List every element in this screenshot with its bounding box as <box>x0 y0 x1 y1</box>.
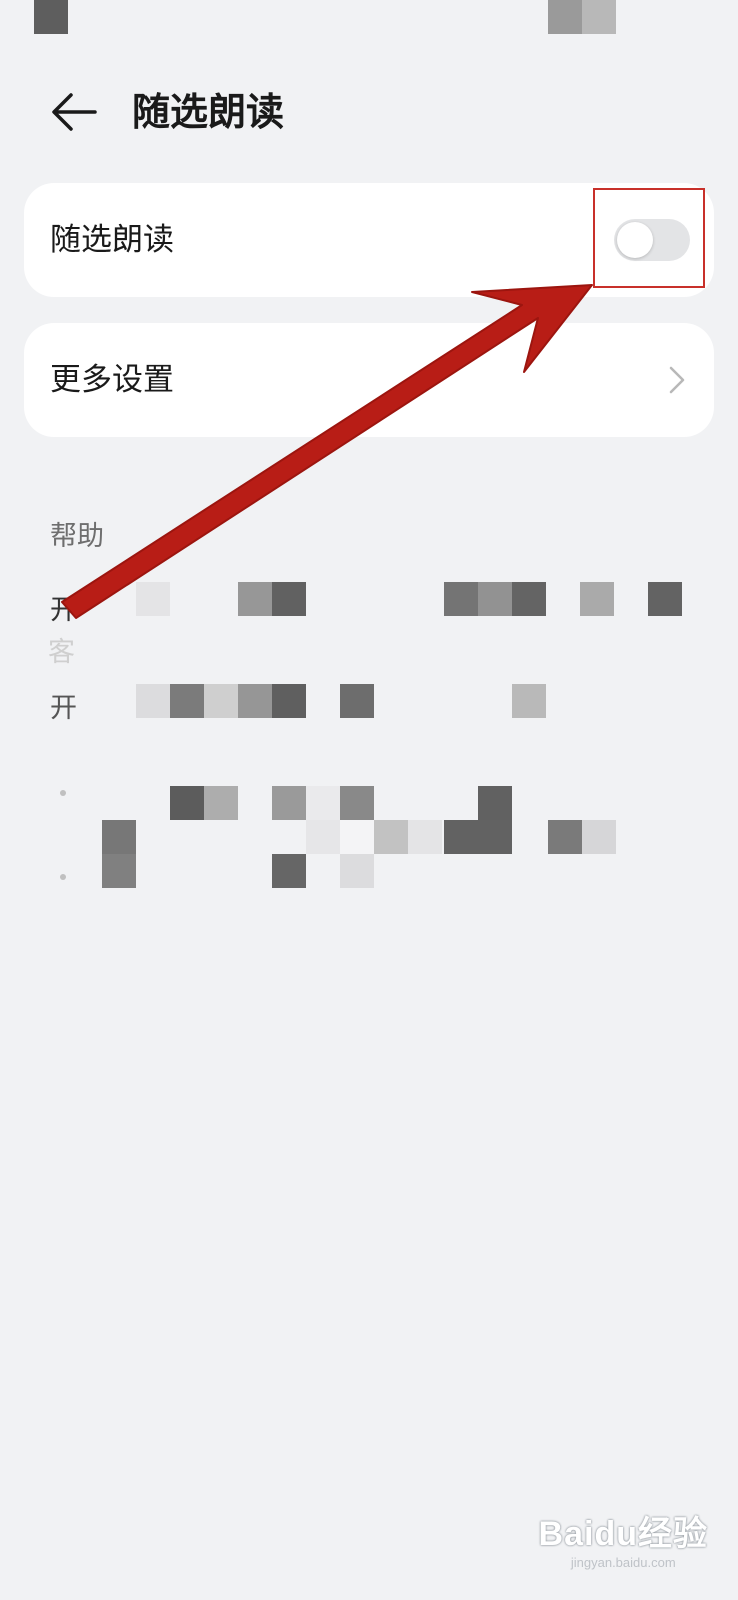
mosaic-block <box>238 684 272 718</box>
more-settings-card[interactable]: 更多设置 <box>24 323 714 437</box>
mosaic-block <box>582 820 616 854</box>
mosaic-block <box>478 582 512 616</box>
mosaic-block <box>340 820 374 854</box>
mosaic-block <box>374 820 408 854</box>
mosaic-block <box>548 820 582 854</box>
mosaic-block <box>478 786 512 820</box>
mosaic-block <box>306 820 340 854</box>
status-bar <box>0 0 738 36</box>
mosaic-block <box>340 684 374 718</box>
toggle-card-label: 随选朗读 <box>50 222 174 258</box>
baidu-watermark: Baidu经验 jingyan.baidu.com <box>539 1506 708 1570</box>
mosaic-block <box>444 820 512 854</box>
mosaic-block <box>512 582 546 616</box>
mosaic-block <box>272 854 306 888</box>
help-line-1-start: 开 <box>50 595 77 626</box>
arrow-left-icon <box>52 93 97 131</box>
mosaic-block <box>272 786 306 820</box>
mosaic-block <box>272 582 306 616</box>
help-line-2-start: 客 <box>48 637 75 668</box>
status-pixel-right-2 <box>582 0 616 34</box>
help-section-label: 帮助 <box>50 521 104 552</box>
mosaic-block <box>102 854 136 888</box>
watermark-main: Baidu经验 <box>538 1515 708 1553</box>
watermark-sub: jingyan.baidu.com <box>570 1555 676 1570</box>
mosaic-block <box>204 786 238 820</box>
help-line-3-start: 开 <box>50 693 77 724</box>
mosaic-block <box>340 786 374 820</box>
mosaic-block <box>648 582 682 616</box>
mosaic-block <box>136 684 170 718</box>
mosaic-block <box>306 786 340 820</box>
mosaic-block <box>444 582 478 616</box>
mosaic-block <box>204 684 238 718</box>
bullet-dot <box>60 790 66 796</box>
annotation-highlight-box <box>593 188 705 288</box>
mosaic-block <box>136 582 170 616</box>
page-header: 随选朗读 <box>0 72 738 152</box>
mosaic-block <box>408 820 442 854</box>
mosaic-block <box>170 684 204 718</box>
chevron-right-icon <box>669 366 685 394</box>
page-title: 随选朗读 <box>132 90 285 134</box>
status-pixel-left <box>34 0 68 34</box>
more-settings-label: 更多设置 <box>50 362 174 398</box>
bullet-dot <box>60 874 66 880</box>
status-pixel-right-1 <box>548 0 582 34</box>
back-button[interactable] <box>44 82 104 142</box>
mosaic-block <box>512 684 546 718</box>
mosaic-block <box>272 684 306 718</box>
mosaic-block <box>580 582 614 616</box>
mosaic-block <box>340 854 374 888</box>
mosaic-block <box>170 786 204 820</box>
mosaic-block <box>238 582 272 616</box>
mosaic-block <box>102 820 136 854</box>
